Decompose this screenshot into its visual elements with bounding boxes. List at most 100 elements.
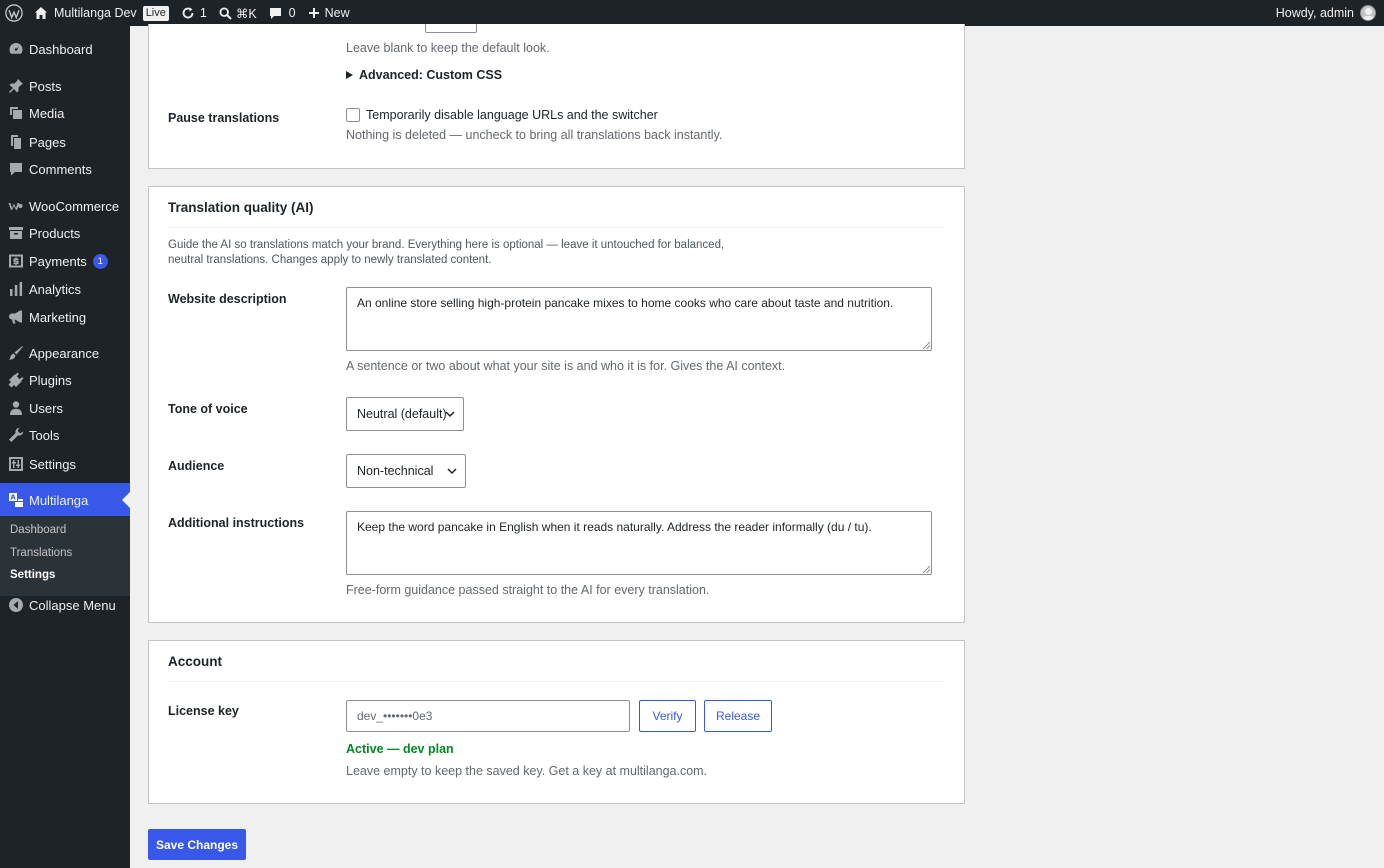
additional-instructions-label: Additional instructions: [168, 516, 305, 530]
audience-value: Non-technical: [357, 464, 434, 478]
sidebar-item-label: Comments: [29, 161, 92, 177]
audience-select[interactable]: Non-technical: [346, 454, 466, 488]
default-look-help: Leave blank to keep the default look.: [346, 41, 550, 55]
plug-icon: [6, 370, 26, 390]
chevron-down-icon: [447, 468, 457, 475]
updates-count: 1: [199, 6, 207, 20]
payments-count-badge: 1: [92, 253, 108, 269]
license-key-placeholder: dev_•••••••0e3: [357, 709, 433, 723]
card-title-account: Account: [168, 654, 222, 669]
avatar: [1360, 5, 1376, 21]
chevron-down-icon: [445, 411, 455, 418]
additional-instructions-textarea[interactable]: Keep the word pancake in English when it…: [346, 511, 932, 575]
audience-label: Audience: [168, 459, 225, 473]
collapse-arrow-icon: [6, 595, 26, 615]
new-content-link[interactable]: New: [302, 0, 356, 26]
sidebar-item-label: Settings: [29, 456, 76, 472]
multilanga-submenu: Dashboard Translations Settings: [0, 516, 130, 596]
card-divider: [168, 681, 945, 682]
website-description-value: An online store selling high-protein pan…: [357, 296, 894, 310]
pause-translations-label: Pause translations: [168, 111, 280, 125]
sidebar-item-label: Posts: [29, 78, 62, 94]
settings-icon: [6, 454, 26, 474]
site-name: Multilanga Dev: [54, 6, 137, 20]
pause-checkbox-label[interactable]: Temporarily disable language URLs and th…: [366, 108, 658, 122]
pin-icon: [6, 76, 26, 96]
pages-icon: [6, 132, 26, 152]
comments-link[interactable]: 0: [263, 0, 302, 26]
submenu-item-translations[interactable]: Translations: [10, 547, 72, 559]
sidebar-item-marketing[interactable]: Marketing: [0, 300, 130, 334]
tone-of-voice-select[interactable]: Neutral (default): [346, 397, 464, 431]
sidebar-item-dashboard[interactable]: Dashboard: [0, 32, 130, 66]
sidebar-item-settings[interactable]: Settings: [0, 447, 130, 481]
greeting: Howdy, admin: [1275, 6, 1354, 20]
new-label: New: [324, 6, 350, 20]
comment-bubble-icon: [269, 7, 282, 20]
website-description-label: Website description: [168, 292, 287, 306]
sidebar-item-label: Payments: [29, 253, 87, 269]
pause-translations-checkbox[interactable]: [346, 108, 360, 122]
media-icon: [6, 103, 26, 123]
translation-quality-card: Translation quality (AI) Guide the AI so…: [148, 186, 965, 623]
search-icon: [219, 6, 232, 20]
user-icon: [6, 398, 26, 418]
search-shortcut: ⌘K: [235, 6, 257, 21]
woocommerce-icon: [6, 196, 26, 216]
sidebar-item-label: Plugins: [29, 372, 72, 388]
site-name-link[interactable]: Multilanga Dev Live: [28, 0, 175, 26]
color-input-remnant[interactable]: [425, 24, 477, 33]
dollar-icon: [6, 251, 26, 271]
admin-sidebar: Dashboard Posts Media Pages Comments Woo…: [0, 26, 130, 868]
collapse-menu-label: Collapse Menu: [29, 597, 116, 613]
ai-intro-line-2: neutral translations. Changes apply to n…: [168, 254, 492, 266]
display-settings-card: Leave blank to keep the default look. Ad…: [148, 24, 965, 169]
website-description-textarea[interactable]: An online store selling high-protein pan…: [346, 287, 932, 351]
megaphone-icon: [6, 307, 26, 327]
wordpress-logo-icon[interactable]: [0, 0, 28, 26]
card-title-ai: Translation quality (AI): [168, 200, 314, 215]
pause-help: Nothing is deleted — uncheck to bring al…: [346, 128, 723, 142]
website-description-help: A sentence or two about what your site i…: [346, 359, 786, 373]
comment-icon: [6, 159, 26, 179]
tone-of-voice-label: Tone of voice: [168, 402, 248, 416]
card-divider: [168, 227, 945, 228]
ai-intro-line-1: Guide the AI so translations match your …: [168, 239, 725, 251]
submenu-item-settings[interactable]: Settings: [10, 569, 55, 581]
additional-instructions-value: Keep the word pancake in English when it…: [357, 520, 872, 534]
verify-button[interactable]: Verify: [639, 700, 696, 732]
plus-icon: [308, 7, 320, 19]
refresh-icon: [181, 6, 195, 20]
sidebar-item-label: Products: [29, 225, 81, 241]
release-button[interactable]: Release: [704, 700, 772, 732]
submenu-item-dashboard[interactable]: Dashboard: [10, 524, 66, 536]
sidebar-item-comments[interactable]: Comments: [0, 152, 130, 186]
additional-instructions-help: Free-form guidance passed straight to th…: [346, 583, 710, 597]
advanced-css-label: Advanced: Custom CSS: [359, 68, 503, 82]
tone-of-voice-value: Neutral (default): [357, 407, 447, 421]
live-badge: Live: [142, 5, 169, 21]
sidebar-item-label: Dashboard: [29, 41, 93, 57]
advanced-css-toggle[interactable]: Advanced: Custom CSS: [346, 68, 502, 82]
save-changes-button[interactable]: Save Changes: [148, 829, 246, 860]
home-icon: [34, 6, 48, 20]
sidebar-item-label: Appearance: [29, 345, 100, 361]
sidebar-item-label: Media: [29, 105, 65, 121]
my-account-link[interactable]: Howdy, admin: [1270, 0, 1384, 26]
sidebar-item-label: Analytics: [29, 281, 82, 297]
translate-icon: [6, 490, 26, 510]
account-card: Account License key dev_•••••••0e3 Verif…: [148, 640, 965, 804]
comments-count: 0: [288, 6, 296, 20]
sidebar-item-multilanga[interactable]: Multilanga: [0, 483, 130, 517]
updates-link[interactable]: 1: [175, 0, 213, 26]
dashboard-icon: [6, 39, 26, 59]
collapse-menu-button[interactable]: Collapse Menu: [0, 588, 130, 622]
sidebar-item-label: Marketing: [29, 309, 87, 325]
bar-chart-icon: [6, 279, 26, 299]
license-status: Active — dev plan: [346, 742, 454, 756]
license-key-label: License key: [168, 704, 239, 718]
search-link[interactable]: ⌘K: [213, 0, 263, 26]
archive-icon: [6, 223, 26, 243]
license-key-input[interactable]: dev_•••••••0e3: [346, 700, 630, 732]
triangle-right-icon: [346, 68, 353, 82]
